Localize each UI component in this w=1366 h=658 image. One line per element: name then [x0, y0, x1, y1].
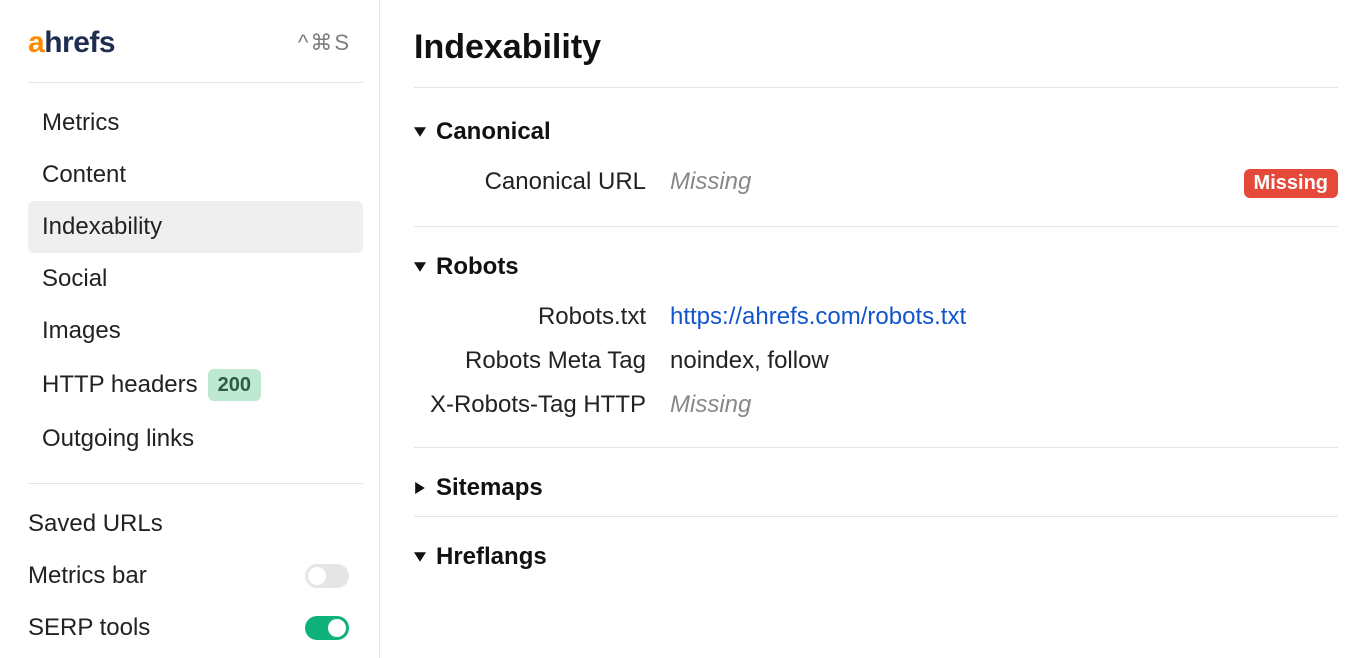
section-robots: Robots Robots.txthttps://ahrefs.com/robot…	[414, 247, 1338, 448]
sidebar-nav: Metrics Content Indexability Social Images HT…	[28, 97, 363, 465]
sidebar-item-indexability[interactable]: Indexability	[28, 201, 363, 253]
section-title: Hreflangs	[436, 543, 547, 571]
sidebar-item-content[interactable]: Content	[28, 149, 363, 201]
sidebar-item-label: HTTP headers	[42, 371, 198, 399]
sidebar-item-http-headers[interactable]: HTTP headers 200	[28, 357, 363, 413]
link[interactable]: https://ahrefs.com/robots.txt	[670, 303, 966, 330]
sidebar-separator	[28, 483, 363, 484]
caret-right-icon	[414, 482, 426, 494]
page-title: Indexability	[414, 28, 1338, 88]
sidebar-bottom-item-label: Metrics bar	[28, 562, 147, 590]
section-separator	[414, 516, 1338, 517]
sidebar-item-label: Images	[42, 317, 121, 345]
field-value: Missing	[670, 391, 1338, 419]
sidebar-item-label: Indexability	[42, 213, 162, 241]
field-row: X-Robots-Tag HTTPMissing	[414, 383, 1338, 427]
caret-down-icon	[414, 126, 426, 138]
sidebar-bottom-item-saved-urls[interactable]: Saved URLs	[28, 498, 363, 550]
sidebar-bottom-nav: Saved URLs Metrics bar SERP tools	[28, 498, 363, 654]
shortcut-hint: ^⌘S	[298, 30, 351, 56]
toggle[interactable]	[305, 616, 349, 640]
caret-down-icon	[414, 551, 426, 563]
section-title: Robots	[436, 253, 519, 281]
field-label: X-Robots-Tag HTTP	[414, 391, 670, 419]
section-hreflangs: Hreflangs	[414, 537, 1338, 585]
section-toggle[interactable]: Hreflangs	[414, 537, 1338, 585]
field-label: Canonical URL	[414, 168, 670, 196]
sidebar-bottom-item-label: SERP tools	[28, 614, 150, 642]
field-value[interactable]: https://ahrefs.com/robots.txt	[670, 303, 1338, 331]
sidebar-bottom-item-serp-tools[interactable]: SERP tools	[28, 602, 363, 654]
section-toggle[interactable]: Sitemaps	[414, 468, 1338, 516]
missing-badge: Missing	[1244, 169, 1338, 198]
section-toggle[interactable]: Canonical	[414, 112, 1338, 160]
field-value: Missing	[670, 168, 1244, 196]
brand-logo: ahrefs	[28, 28, 115, 58]
sections: CanonicalCanonical URLMissingMissingRobo…	[414, 112, 1338, 585]
field-row: Robots Meta Tagnoindex, follow	[414, 339, 1338, 383]
sidebar-item-metrics[interactable]: Metrics	[28, 97, 363, 149]
sidebar-item-label: Content	[42, 161, 126, 189]
field-value: noindex, follow	[670, 347, 1338, 375]
toggle[interactable]	[305, 564, 349, 588]
section-toggle[interactable]: Robots	[414, 247, 1338, 295]
sidebar-item-label: Metrics	[42, 109, 119, 137]
sidebar-item-social[interactable]: Social	[28, 253, 363, 305]
sidebar-bottom-item-metrics-bar[interactable]: Metrics bar	[28, 550, 363, 602]
toggle-knob	[328, 619, 346, 637]
toggle-knob	[308, 567, 326, 585]
sidebar-bottom-item-label: Saved URLs	[28, 510, 163, 538]
caret-down-icon	[414, 261, 426, 273]
section-body: Canonical URLMissingMissing	[414, 160, 1338, 227]
field-label: Robots Meta Tag	[414, 347, 670, 375]
section-body: Robots.txthttps://ahrefs.com/robots.txtR…	[414, 295, 1338, 448]
status-badge: 200	[208, 369, 261, 401]
field-row: Canonical URLMissingMissing	[414, 160, 1338, 206]
section-canonical: CanonicalCanonical URLMissingMissing	[414, 112, 1338, 227]
sidebar-item-outgoing-links[interactable]: Outgoing links	[28, 413, 363, 465]
sidebar-item-images[interactable]: Images	[28, 305, 363, 357]
section-sitemaps: Sitemaps	[414, 468, 1338, 517]
sidebar-item-label: Social	[42, 265, 107, 293]
section-title: Sitemaps	[436, 474, 543, 502]
sidebar: ahrefs ^⌘S Metrics Content Indexability Soc…	[0, 0, 380, 658]
sidebar-item-label: Outgoing links	[42, 425, 194, 453]
sidebar-header: ahrefs ^⌘S	[28, 28, 363, 83]
section-title: Canonical	[436, 118, 551, 146]
field-row: Robots.txthttps://ahrefs.com/robots.txt	[414, 295, 1338, 339]
main-panel: Indexability CanonicalCanonical URLMissi…	[380, 0, 1366, 658]
field-label: Robots.txt	[414, 303, 670, 331]
